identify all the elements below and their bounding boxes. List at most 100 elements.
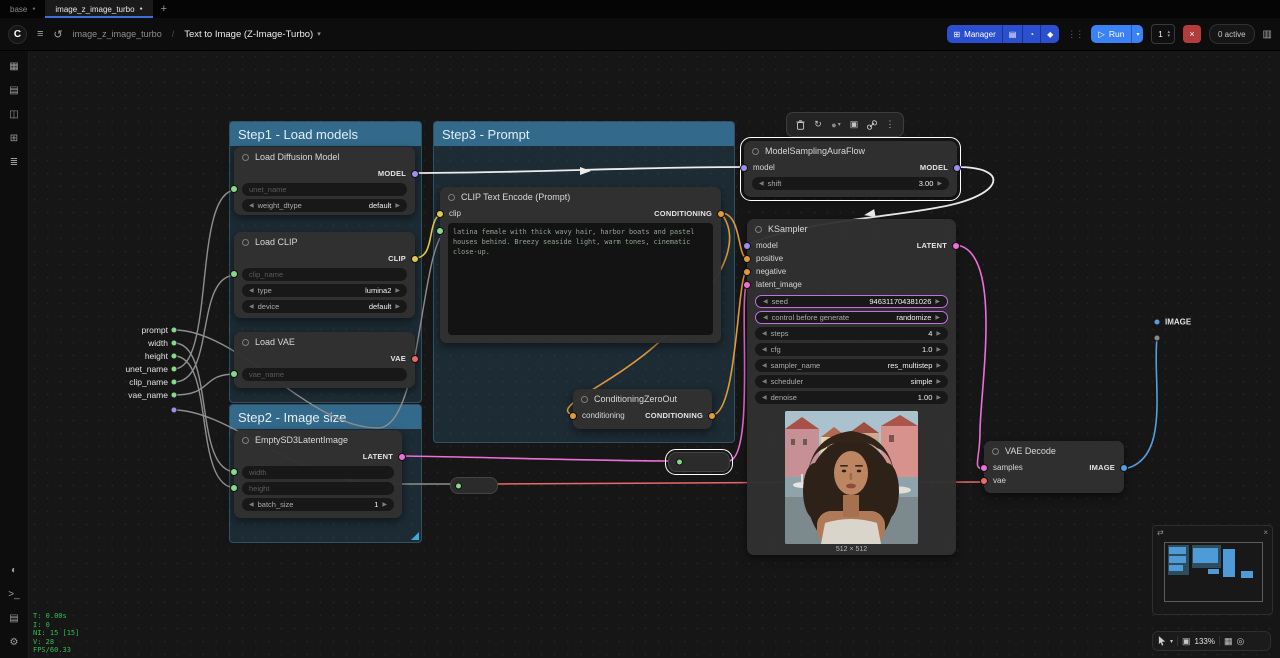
minimap-close-icon[interactable]: ×	[1263, 528, 1268, 537]
minimap-swap-icon[interactable]: ⇄	[1157, 528, 1164, 537]
increment-icon[interactable]: ▶	[936, 395, 941, 401]
drag-handle-icon[interactable]: ⋮⋮	[1067, 29, 1083, 40]
samples-input-port[interactable]	[980, 464, 988, 472]
reroute-input-port[interactable]	[676, 459, 683, 466]
toggle-sidebar-icon[interactable]: ▥	[1263, 29, 1272, 40]
image-out-port[interactable]	[1154, 319, 1161, 326]
io-label-image[interactable]: IMAGE	[1165, 318, 1191, 327]
clip-name-port[interactable]	[171, 379, 178, 386]
link-node-button[interactable]	[864, 116, 880, 133]
increment-icon[interactable]: ▶	[936, 331, 941, 337]
increment-icon[interactable]: ▶	[395, 203, 400, 209]
group-title[interactable]: Step2 - Image size	[230, 405, 421, 429]
widget-type[interactable]: ◀ type lumina2 ▶	[242, 284, 407, 297]
sidebar-theme-icon[interactable]: ◐	[4, 560, 24, 580]
run-options-caret[interactable]: ▾	[1131, 25, 1143, 43]
decrement-icon[interactable]: ◀	[762, 331, 767, 337]
widget-unet-name[interactable]: unet_name	[242, 183, 407, 196]
widget-weight-dtype[interactable]: ◀ weight_dtype default ▶	[242, 199, 407, 212]
prompt-port[interactable]	[171, 327, 178, 334]
widget-steps[interactable]: ◀ steps 4 ▶	[755, 327, 948, 340]
group-title[interactable]: Step1 - Load models	[230, 122, 421, 146]
manager-extra-button-2[interactable]: ◔	[1022, 25, 1040, 43]
comfyui-logo[interactable]: C	[8, 25, 27, 44]
prompt-text-widget[interactable]: latina female with thick wavy hair, harb…	[448, 223, 713, 335]
latent-output-port[interactable]	[398, 453, 406, 461]
group-title[interactable]: Step3 - Prompt	[434, 122, 734, 146]
io-label-vae-name[interactable]: vae_name	[102, 390, 168, 400]
clip-output-port[interactable]	[411, 255, 419, 263]
node-load-diffusion-model[interactable]: Load Diffusion Model MODEL unet_name ◀ w…	[234, 147, 415, 215]
model-input-port[interactable]	[743, 242, 751, 250]
tab-image-z-image-turbo[interactable]: image_z_image_turbo ●	[45, 0, 152, 18]
unet-name-port[interactable]	[171, 366, 178, 373]
io-label-unet-name[interactable]: unet_name	[102, 364, 168, 374]
fit-view-button[interactable]: ▣	[1182, 636, 1191, 647]
unet-name-input-port[interactable]	[230, 185, 238, 193]
stepper-arrows[interactable]: ▴ ▾	[1167, 30, 1170, 39]
image-output-port[interactable]	[1120, 464, 1128, 472]
reroute-vae[interactable]	[450, 477, 498, 494]
focus-button[interactable]: ◎	[1237, 636, 1245, 647]
widget-clip-name[interactable]: clip_name	[242, 268, 407, 281]
decrement-icon[interactable]: ◀	[249, 288, 254, 294]
height-port[interactable]	[171, 353, 178, 360]
decrement-icon[interactable]: ◀	[762, 363, 767, 369]
sidebar-templates-icon[interactable]: ▤	[4, 80, 24, 100]
conditioning-output-port[interactable]	[708, 412, 716, 420]
frame-node-button[interactable]: ▣	[846, 116, 862, 133]
io-label-clip-name[interactable]: clip_name	[102, 377, 168, 387]
toggle-grid-button[interactable]: ▦	[1224, 636, 1233, 647]
decrement-icon[interactable]: ◀	[763, 299, 768, 305]
sidebar-settings-icon[interactable]: ⚙	[4, 632, 24, 652]
negative-input-port[interactable]	[743, 268, 751, 276]
node-vae-decode[interactable]: VAE Decode samples IMAGE vae	[984, 441, 1124, 493]
refresh-node-button[interactable]: ↻	[810, 116, 826, 133]
decrement-icon[interactable]: ◀	[762, 347, 767, 353]
widget-height[interactable]: height	[242, 482, 394, 495]
model-input-port[interactable]	[740, 164, 748, 172]
increment-icon[interactable]: ▶	[936, 363, 941, 369]
widget-control-before-generate[interactable]: ◀ control before generate randomize ▶	[755, 311, 948, 324]
widget-device[interactable]: ◀ device default ▶	[242, 300, 407, 313]
increment-icon[interactable]: ▶	[395, 288, 400, 294]
pointer-mode-button[interactable]	[1158, 636, 1166, 646]
clear-queue-button[interactable]: ×	[1183, 25, 1201, 43]
widget-denoise[interactable]: ◀ denoise 1.00 ▶	[755, 391, 948, 404]
decrement-icon[interactable]: ◀	[763, 315, 768, 321]
vae-output-port[interactable]	[411, 355, 419, 363]
widget-shift[interactable]: ◀ shift 3.00 ▶	[752, 177, 949, 190]
latent-output-port[interactable]	[952, 242, 960, 250]
delete-node-button[interactable]	[792, 116, 808, 133]
batch-count-stepper[interactable]: 1 ▴ ▾	[1151, 24, 1175, 44]
new-tab-button[interactable]: +	[153, 3, 175, 15]
sidebar-models-icon[interactable]: ≣	[4, 152, 24, 172]
manager-extra-button-1[interactable]: ▤	[1002, 25, 1023, 43]
image-route-port[interactable]	[1154, 335, 1161, 342]
sidebar-nodes-icon[interactable]: ⊞	[4, 128, 24, 148]
sidebar-workflows-icon[interactable]: ▦	[4, 56, 24, 76]
pointer-mode-caret[interactable]: ▾	[1170, 638, 1173, 645]
vae-route-port[interactable]	[171, 407, 178, 414]
more-options-button[interactable]: ⋮	[882, 116, 898, 133]
io-label-height[interactable]: height	[102, 351, 168, 361]
node-color-picker[interactable]: ● ▾	[828, 116, 844, 133]
menu-icon[interactable]: ≡	[37, 28, 43, 40]
zoom-level[interactable]: 133%	[1195, 637, 1215, 646]
io-label-prompt[interactable]: prompt	[102, 325, 168, 335]
clip-input-port[interactable]	[436, 210, 444, 218]
minimap-panel[interactable]: ⇄ ×	[1152, 525, 1273, 615]
reroute-latent[interactable]	[668, 452, 730, 472]
width-input-port[interactable]	[230, 468, 238, 476]
clip-name-input-port[interactable]	[230, 270, 238, 278]
vae-name-port[interactable]	[171, 392, 178, 399]
conditioning-output-port[interactable]	[717, 210, 725, 218]
workflow-view-selector[interactable]: Text to Image (Z-Image-Turbo) ▾	[184, 29, 321, 40]
widget-cfg[interactable]: ◀ cfg 1.0 ▶	[755, 343, 948, 356]
decrement-icon[interactable]: ▾	[1167, 34, 1170, 39]
decrement-icon[interactable]: ◀	[759, 181, 764, 187]
sidebar-gallery-icon[interactable]: ◫	[4, 104, 24, 124]
node-conditioning-zero-out[interactable]: ConditioningZeroOut conditioning CONDITI…	[573, 389, 712, 429]
increment-icon[interactable]: ▶	[935, 299, 940, 305]
increment-icon[interactable]: ▶	[935, 315, 940, 321]
